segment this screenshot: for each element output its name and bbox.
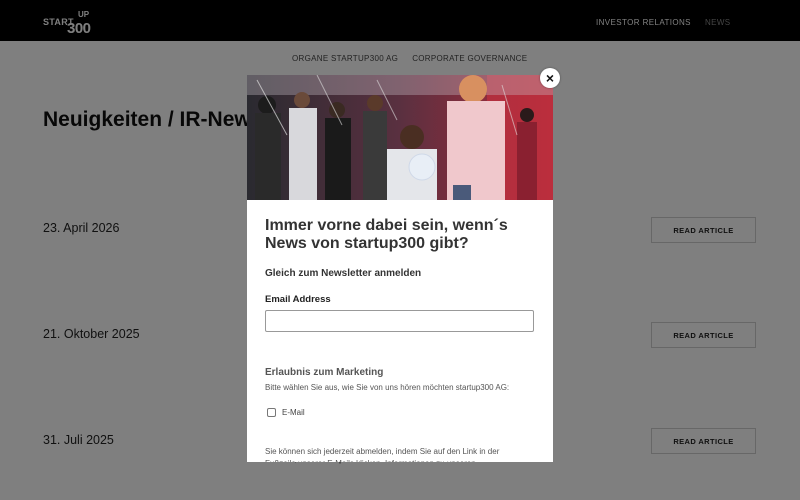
email-input[interactable]	[265, 310, 534, 332]
newsletter-form: Immer vorne dabei sein, wenn´s News von …	[265, 217, 535, 462]
marketing-permission-description: Bitte wählen Sie aus, wie Sie von uns hö…	[265, 383, 510, 392]
email-permission-label: E-Mail	[282, 408, 305, 417]
email-permission-option[interactable]: E-Mail	[267, 408, 535, 417]
marketing-permission-title: Erlaubnis zum Marketing	[265, 367, 384, 378]
unsubscribe-info: Sie können sich jederzeit abmelden, inde…	[265, 447, 500, 462]
close-modal-button[interactable]: ×	[540, 68, 560, 88]
modal-heading: Immer vorne dabei sein, wenn´s News von …	[265, 217, 508, 252]
close-icon: ×	[545, 70, 555, 86]
modal-subheading: Gleich zum Newsletter anmelden	[265, 268, 422, 279]
email-permission-checkbox[interactable]	[267, 408, 276, 417]
email-label: Email Address	[265, 294, 331, 305]
event-photo	[247, 75, 553, 200]
newsletter-modal: Immer vorne dabei sein, wenn´s News von …	[247, 75, 553, 462]
